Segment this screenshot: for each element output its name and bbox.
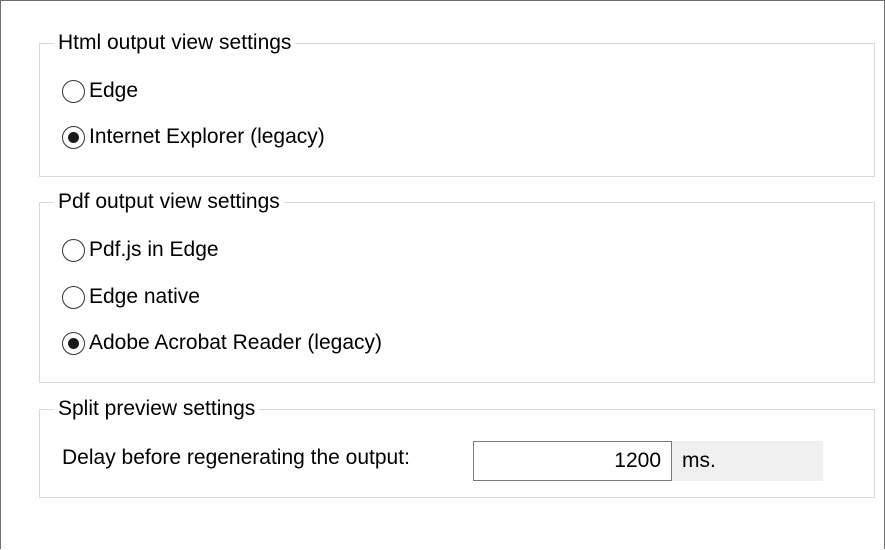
pdf-output-settings-group: Pdf output view settings Pdf.js in Edge … bbox=[39, 189, 875, 383]
radio-edge-native-circle-icon[interactable] bbox=[62, 285, 85, 309]
html-output-settings-group: Html output view settings Edge Internet … bbox=[39, 30, 875, 177]
radio-pdfjs-in-edge-label[interactable]: Pdf.js in Edge bbox=[89, 237, 219, 263]
radio-internet-explorer-circle-icon[interactable] bbox=[62, 125, 85, 149]
radio-edge-label[interactable]: Edge bbox=[89, 78, 138, 104]
delay-unit-area: ms. bbox=[672, 441, 823, 481]
pdf-output-settings-title: Pdf output view settings bbox=[54, 189, 284, 215]
radio-selected-dot-icon bbox=[68, 337, 79, 349]
radio-internet-explorer[interactable]: Internet Explorer (legacy) bbox=[62, 122, 325, 152]
radio-edge[interactable]: Edge bbox=[62, 76, 138, 106]
delay-unit-label: ms. bbox=[682, 449, 716, 472]
radio-edge-native-label[interactable]: Edge native bbox=[89, 284, 200, 310]
radio-pdfjs-in-edge[interactable]: Pdf.js in Edge bbox=[62, 235, 219, 265]
radio-adobe-acrobat-reader[interactable]: Adobe Acrobat Reader (legacy) bbox=[62, 328, 382, 358]
delay-input[interactable] bbox=[473, 441, 672, 481]
radio-edge-native[interactable]: Edge native bbox=[62, 282, 200, 312]
settings-panel: Html output view settings Edge Internet … bbox=[0, 0, 885, 549]
radio-pdfjs-in-edge-circle-icon[interactable] bbox=[62, 238, 85, 262]
radio-internet-explorer-label[interactable]: Internet Explorer (legacy) bbox=[89, 124, 325, 150]
split-preview-settings-group: Split preview settings Delay before rege… bbox=[39, 396, 875, 498]
radio-adobe-acrobat-reader-circle-icon[interactable] bbox=[62, 331, 85, 355]
html-output-settings-title: Html output view settings bbox=[54, 30, 296, 56]
radio-adobe-acrobat-reader-label[interactable]: Adobe Acrobat Reader (legacy) bbox=[89, 330, 382, 356]
radio-selected-dot-icon bbox=[68, 131, 79, 143]
delay-label: Delay before regenerating the output: bbox=[62, 446, 410, 469]
split-preview-settings-title: Split preview settings bbox=[54, 396, 260, 422]
radio-edge-circle-icon[interactable] bbox=[62, 79, 85, 103]
